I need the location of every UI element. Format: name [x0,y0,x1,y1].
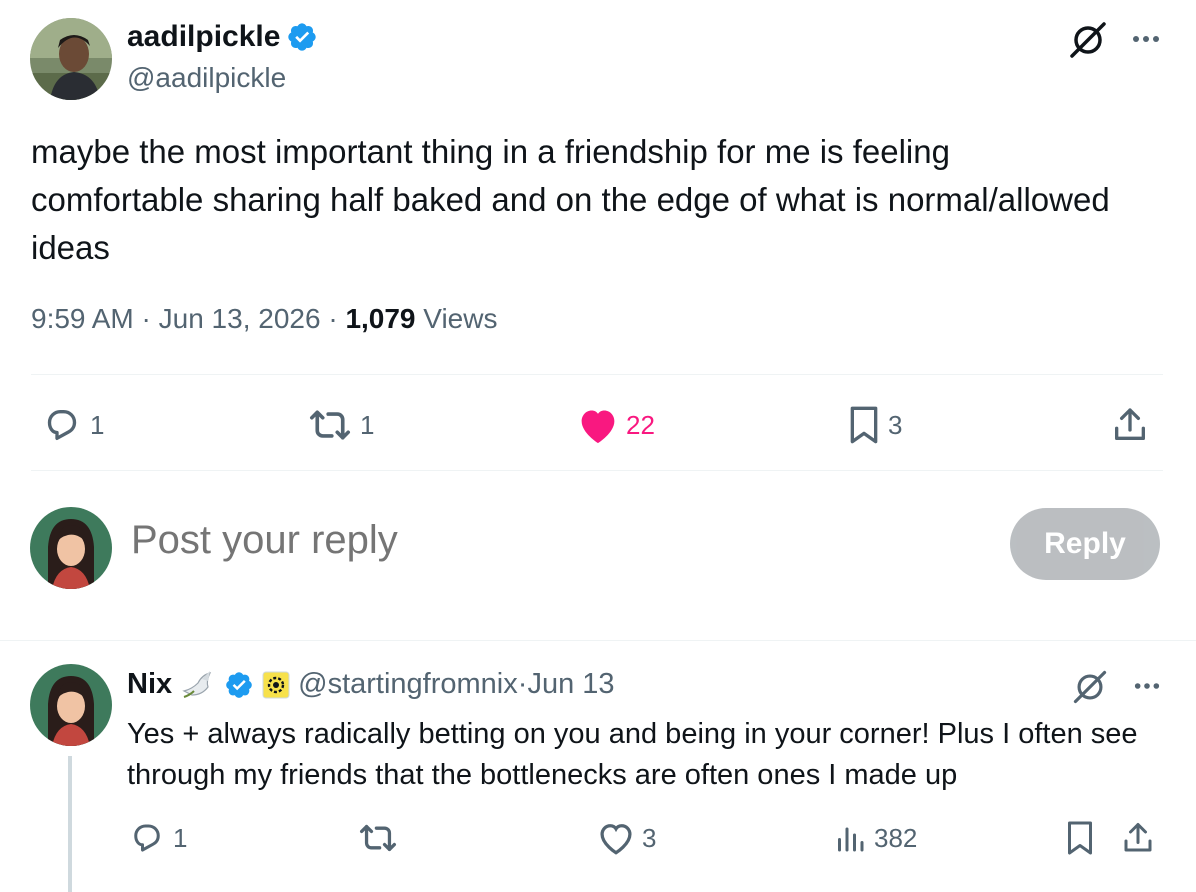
reply-author-name[interactable]: Nix [127,668,172,701]
tweet-meta: 9:59 AM · Jun 13, 2026 · 1,079 Views [31,303,497,335]
reply-icon [40,405,84,445]
tweet-date[interactable]: Jun 13, 2026 [159,303,321,334]
meta-separator: · [133,303,159,334]
views-count: 1,079 [345,303,416,334]
reply-input[interactable] [131,518,851,563]
reply-text: Yes + always radically betting on you an… [127,718,1138,791]
reply-repost-action[interactable] [356,818,400,858]
bookmark-action[interactable]: 3 [846,403,902,447]
reply-count: 1 [90,409,105,440]
reply-count: 1 [173,822,188,853]
author-name-row[interactable]: aadilpickle [127,20,318,54]
more-icon[interactable] [1130,672,1164,700]
reply-date[interactable]: Jun 13 [527,668,614,701]
bookmark-icon [846,405,882,445]
grok-icon[interactable] [1066,22,1110,58]
current-user-avatar[interactable] [30,507,112,589]
verified-badge-icon [286,21,318,53]
reply-reply-action[interactable]: 1 [127,818,187,858]
author-avatar[interactable] [30,18,112,100]
like-count: 3 [642,822,657,853]
more-icon[interactable] [1128,24,1164,54]
grok-icon[interactable] [1070,670,1110,704]
bookmark-count: 3 [888,409,903,440]
like-action[interactable]: 22 [576,403,655,447]
reply-button[interactable]: Reply [1010,508,1160,580]
like-count: 22 [626,409,655,440]
reply-bookmark-action[interactable] [1064,818,1096,858]
analytics-icon [832,820,868,856]
affiliate-badge-icon[interactable] [262,671,290,699]
reply-author-handle[interactable]: @startingfromnix [298,668,518,701]
reply-share-action[interactable] [1120,818,1156,858]
tweet-time[interactable]: 9:59 AM [31,303,134,334]
views-count: 382 [874,822,918,853]
meta-separator: · [517,668,528,700]
tweet-text: maybe the most important thing in a frie… [31,133,1110,266]
repost-action[interactable]: 1 [306,403,374,447]
reply-icon [127,820,167,856]
verified-badge-icon[interactable] [224,670,254,700]
repost-icon [306,405,354,445]
divider [0,640,1196,641]
meta-separator: · [320,303,346,334]
repost-count: 1 [360,409,375,440]
author-name[interactable]: aadilpickle [127,20,280,54]
thread-line [68,756,72,892]
reply-like-action[interactable]: 3 [596,818,656,858]
heart-icon [576,405,620,445]
share-icon [1110,405,1150,445]
bookmark-icon [1064,820,1096,856]
share-icon [1120,820,1156,856]
heart-outline-icon [596,820,636,856]
views-label: Views [415,303,498,334]
repost-icon [356,820,400,856]
divider [31,470,1163,471]
author-handle[interactable]: @aadilpickle [127,62,286,94]
divider [31,374,1163,375]
reply-views-action[interactable]: 382 [832,818,917,858]
dove-emoji-icon [180,669,216,701]
share-action[interactable] [1110,403,1150,447]
reply-header: Nix @startingfromnix · Jun 13 [127,668,615,701]
reply-action[interactable]: 1 [40,403,104,447]
reply-author-avatar[interactable] [30,664,112,746]
